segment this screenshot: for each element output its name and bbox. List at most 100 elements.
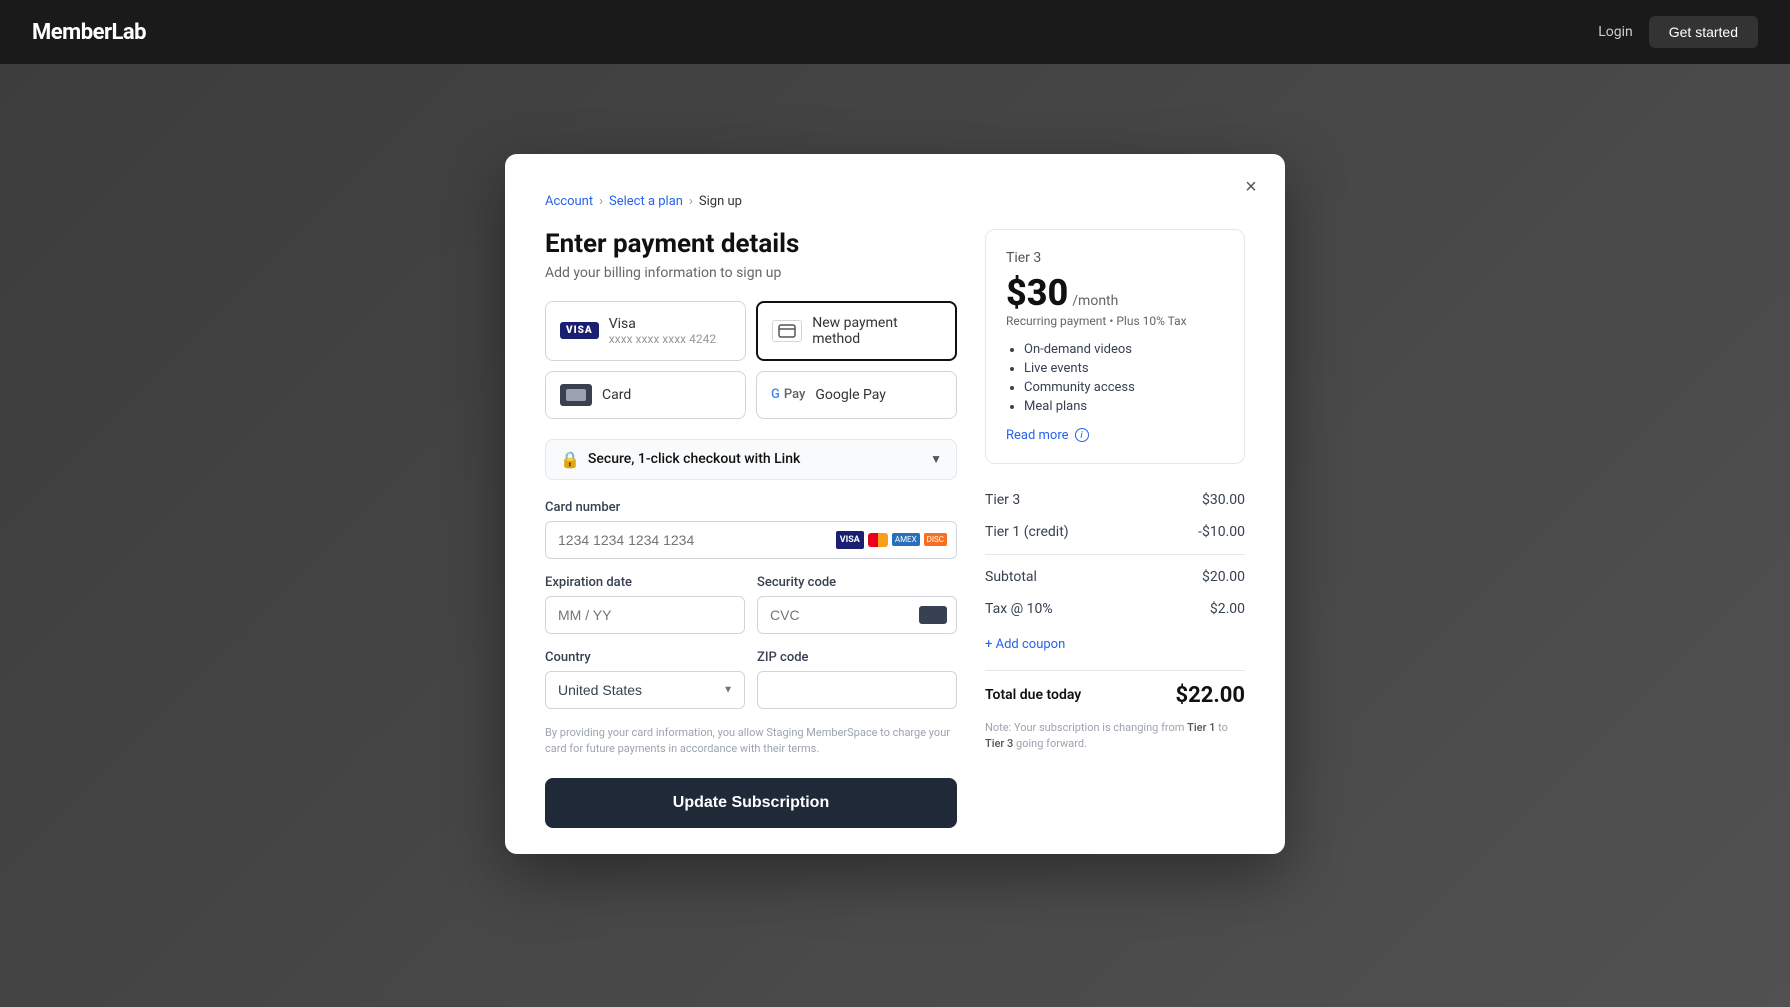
summary-subtotal-label: Subtotal bbox=[985, 569, 1037, 585]
summary-divider-1 bbox=[985, 554, 1245, 555]
zip-label: ZIP code bbox=[757, 650, 957, 665]
mastercard-mini-icon bbox=[868, 533, 888, 547]
order-summary: Tier 3 $30.00 Tier 1 (credit) -$10.00 Su… bbox=[985, 484, 1245, 753]
summary-tier3-label: Tier 3 bbox=[985, 492, 1020, 508]
feature-4: Meal plans bbox=[1024, 399, 1224, 414]
breadcrumb-sep-2: › bbox=[689, 194, 693, 209]
summary-tax-label: Tax @ 10% bbox=[985, 601, 1053, 617]
feature-1: On-demand videos bbox=[1024, 342, 1224, 357]
breadcrumb-select-plan[interactable]: Select a plan bbox=[609, 194, 683, 209]
site-logo: MemberLab bbox=[32, 20, 146, 45]
total-amount: $22.00 bbox=[1176, 683, 1246, 708]
plan-tier: Tier 3 bbox=[1006, 250, 1224, 266]
visa-label: Visa bbox=[609, 316, 716, 332]
total-label: Total due today bbox=[985, 687, 1081, 703]
plan-price: $30 /month bbox=[1006, 272, 1224, 314]
expiry-input[interactable] bbox=[545, 596, 745, 634]
new-payment-icon bbox=[772, 320, 802, 342]
country-zip-row: Country United States Canada United King… bbox=[545, 650, 957, 725]
discover-mini-icon: DISC bbox=[924, 533, 947, 546]
read-more-text: Read more bbox=[1006, 428, 1069, 443]
card-number-wrapper: VISA AMEX DISC bbox=[545, 521, 957, 559]
breadcrumb: Account › Select a plan › Sign up bbox=[545, 194, 1245, 209]
left-panel: Enter payment details Add your billing i… bbox=[545, 229, 957, 828]
chevron-down-icon: ▼ bbox=[930, 452, 942, 466]
top-bar-nav: Login Get started bbox=[1598, 16, 1758, 48]
payment-method-new[interactable]: New payment method bbox=[756, 301, 957, 361]
info-icon: i bbox=[1075, 428, 1089, 442]
plan-price-amount: $30 bbox=[1006, 272, 1068, 314]
modal-title: Enter payment details bbox=[545, 229, 957, 259]
summary-tier3-row: Tier 3 $30.00 bbox=[985, 484, 1245, 516]
close-button[interactable]: × bbox=[1235, 172, 1267, 204]
read-more-link[interactable]: Read more i bbox=[1006, 428, 1224, 443]
expiry-label: Expiration date bbox=[545, 575, 745, 590]
payment-method-gpay[interactable]: GPay Google Pay bbox=[756, 371, 957, 419]
summary-subtotal-row: Subtotal $20.00 bbox=[985, 561, 1245, 593]
breadcrumb-account[interactable]: Account bbox=[545, 194, 593, 209]
country-label: Country bbox=[545, 650, 745, 665]
note-tier3: Tier 3 bbox=[985, 737, 1013, 750]
cvc-card-icon bbox=[919, 606, 947, 624]
plan-card: Tier 3 $30 /month Recurring payment • Pl… bbox=[985, 229, 1245, 464]
cvc-label: Security code bbox=[757, 575, 957, 590]
get-started-button[interactable]: Get started bbox=[1649, 16, 1758, 48]
country-select[interactable]: United States Canada United Kingdom Aust… bbox=[545, 671, 745, 709]
cvc-wrapper bbox=[757, 596, 957, 634]
visa-info: Visa xxxx xxxx xxxx 4242 bbox=[609, 316, 716, 346]
zip-section: ZIP code 12345 bbox=[757, 650, 957, 709]
note-tier1: Tier 1 bbox=[1187, 721, 1215, 734]
modal-subtitle: Add your billing information to sign up bbox=[545, 265, 957, 281]
plan-price-period: /month bbox=[1072, 293, 1118, 309]
submit-button[interactable]: Update Subscription bbox=[545, 778, 957, 828]
modal-body: Enter payment details Add your billing i… bbox=[545, 229, 1245, 828]
total-row: Total due today $22.00 bbox=[985, 670, 1245, 714]
breadcrumb-sep-1: › bbox=[599, 194, 603, 209]
secure-checkout-text: Secure, 1-click checkout with Link bbox=[588, 451, 922, 467]
card-icons-row: VISA AMEX DISC bbox=[836, 531, 947, 549]
plan-recurring: Recurring payment • Plus 10% Tax bbox=[1006, 314, 1224, 328]
card-number-label: Card number bbox=[545, 500, 957, 515]
zip-input[interactable]: 12345 bbox=[757, 671, 957, 709]
new-pm-label: New payment method bbox=[812, 315, 941, 347]
login-link[interactable]: Login bbox=[1598, 24, 1633, 40]
card-generic-icon bbox=[560, 384, 592, 406]
expiry-section: Expiration date bbox=[545, 575, 745, 634]
summary-credit-label: Tier 1 (credit) bbox=[985, 524, 1069, 540]
gpay-icon: GPay bbox=[771, 387, 805, 402]
visa-sublabel: xxxx xxxx xxxx 4242 bbox=[609, 332, 716, 346]
amex-mini-icon: AMEX bbox=[892, 533, 920, 546]
legal-text: By providing your card information, you … bbox=[545, 725, 957, 758]
payment-method-card[interactable]: Card bbox=[545, 371, 746, 419]
summary-credit-amount: -$10.00 bbox=[1198, 524, 1245, 540]
card-label: Card bbox=[602, 387, 631, 403]
summary-subtotal-amount: $20.00 bbox=[1202, 569, 1245, 585]
lock-icon: 🔒 bbox=[560, 450, 580, 469]
total-note: Note: Your subscription is changing from… bbox=[985, 720, 1245, 753]
card-number-section: Card number VISA AMEX DISC bbox=[545, 500, 957, 559]
secure-checkout-bar[interactable]: 🔒 Secure, 1-click checkout with Link ▼ bbox=[545, 439, 957, 480]
right-panel: Tier 3 $30 /month Recurring payment • Pl… bbox=[985, 229, 1245, 828]
add-coupon-link[interactable]: + Add coupon bbox=[985, 633, 1245, 656]
summary-tax-row: Tax @ 10% $2.00 bbox=[985, 593, 1245, 625]
visa-icon: VISA bbox=[560, 322, 599, 339]
payment-methods-grid: VISA Visa xxxx xxxx xxxx 4242 New payme bbox=[545, 301, 957, 419]
breadcrumb-current: Sign up bbox=[699, 194, 742, 209]
summary-tax-amount: $2.00 bbox=[1210, 601, 1245, 617]
credit-card-svg bbox=[778, 324, 796, 338]
country-select-wrapper: United States Canada United Kingdom Aust… bbox=[545, 671, 745, 709]
plan-features-list: On-demand videos Live events Community a… bbox=[1006, 342, 1224, 414]
payment-modal: × Account › Select a plan › Sign up Ente… bbox=[505, 154, 1285, 854]
top-bar: MemberLab Login Get started bbox=[0, 0, 1790, 64]
country-section: Country United States Canada United King… bbox=[545, 650, 745, 709]
cvc-section: Security code bbox=[757, 575, 957, 634]
feature-2: Live events bbox=[1024, 361, 1224, 376]
summary-tier3-amount: $30.00 bbox=[1202, 492, 1245, 508]
feature-3: Community access bbox=[1024, 380, 1224, 395]
gpay-label: Google Pay bbox=[815, 387, 886, 403]
expiry-cvc-row: Expiration date Security code bbox=[545, 575, 957, 650]
summary-credit-row: Tier 1 (credit) -$10.00 bbox=[985, 516, 1245, 548]
add-coupon-wrapper: + Add coupon bbox=[985, 625, 1245, 664]
payment-method-visa[interactable]: VISA Visa xxxx xxxx xxxx 4242 bbox=[545, 301, 746, 361]
visa-mini-icon: VISA bbox=[836, 531, 864, 549]
